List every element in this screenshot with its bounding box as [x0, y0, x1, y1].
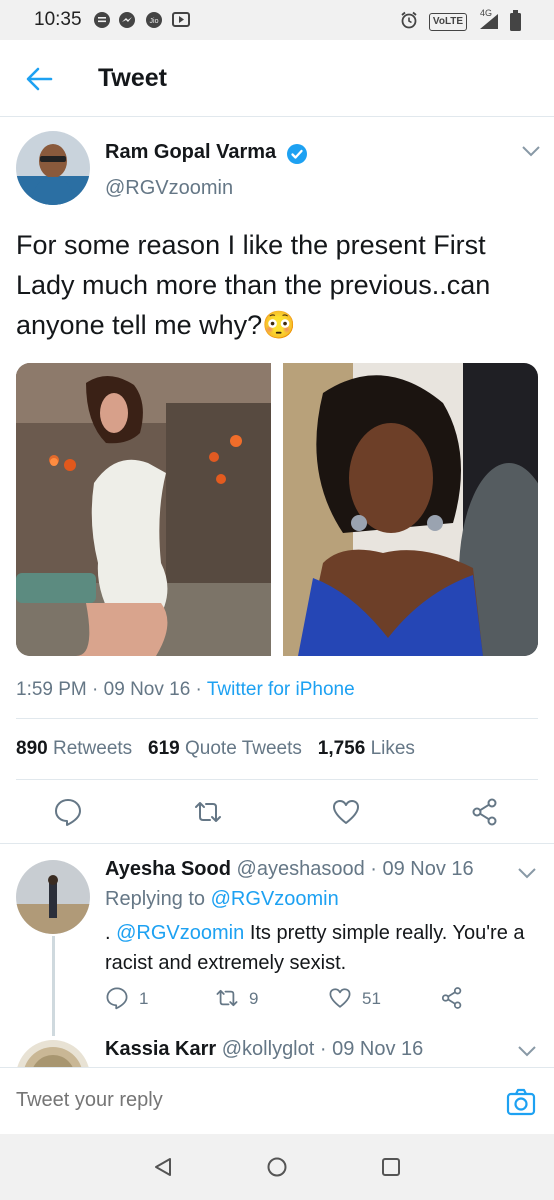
- avatar-image: [16, 131, 90, 205]
- divider: [0, 843, 554, 844]
- reply-retweet-count: 9: [249, 989, 259, 1008]
- reply2-header: Kassia Karr @kollyglot · 09 Nov 16: [105, 1038, 424, 1060]
- photo-woman-in-swimsuit: [16, 363, 271, 656]
- reply-header: Ayesha Sood @ayeshasood · 09 Nov 16: [105, 858, 474, 880]
- retweet-icon[interactable]: [193, 797, 223, 827]
- tweet-photo-2[interactable]: [283, 363, 538, 656]
- replying-to-label: Replying to: [105, 888, 206, 910]
- reply-date: 09 Nov 16: [382, 858, 474, 880]
- volte-badge: VoLTE: [429, 13, 467, 31]
- like-heart-icon[interactable]: [331, 797, 361, 827]
- alarm-icon: [401, 11, 417, 29]
- nav-recents-icon[interactable]: [380, 1156, 402, 1178]
- tweet-timestamp: 1:59 PM · 09 Nov 16 · Twitter for iPhone: [16, 679, 355, 700]
- battery-icon: [510, 10, 521, 31]
- tweet-date: 09 Nov 16: [103, 679, 191, 700]
- author-avatar[interactable]: [16, 131, 90, 205]
- reply-reply-count: 1: [139, 989, 149, 1008]
- retweets-label: Retweets: [52, 738, 133, 759]
- share-icon[interactable]: [470, 797, 500, 827]
- svg-text:Jio: Jio: [150, 18, 159, 25]
- system-navigation-bar: [0, 1134, 554, 1200]
- tweet-options-chevron-icon[interactable]: [521, 144, 541, 158]
- flushed-emoji: 😳: [262, 310, 296, 340]
- camera-icon[interactable]: [506, 1088, 536, 1116]
- quotes-count: 619: [148, 738, 180, 759]
- retweets-stat[interactable]: 890 Retweets: [16, 738, 132, 759]
- author-handle[interactable]: @RGVzoomin: [105, 177, 233, 200]
- likes-count: 1,756: [317, 738, 366, 759]
- tweet-stats: 890 Retweets 619 Quote Tweets 1,756 Like…: [16, 738, 415, 760]
- verified-badge-icon: [287, 144, 307, 164]
- reply-composer: [0, 1067, 554, 1134]
- back-arrow-icon[interactable]: [24, 64, 54, 94]
- reply-input[interactable]: [10, 1082, 482, 1118]
- divider: [16, 718, 538, 719]
- nav-home-icon[interactable]: [266, 1156, 288, 1178]
- reply-text: . @RGVzoomin Its pretty simple really. Y…: [105, 918, 545, 978]
- replying-to-handle[interactable]: @RGVzoomin: [211, 888, 339, 910]
- reply-options-chevron-icon[interactable]: [517, 866, 537, 880]
- reply-avatar[interactable]: [16, 860, 90, 934]
- tweet-body: For some reason I like the present First…: [16, 230, 491, 340]
- avatar-image: [16, 860, 90, 934]
- reply2-date: 09 Nov 16: [332, 1038, 424, 1060]
- reply-author-name[interactable]: Ayesha Sood: [105, 858, 231, 880]
- reply-text-prefix: .: [105, 922, 111, 944]
- reply-retweet-icon[interactable]: [215, 986, 239, 1010]
- thread-line: [52, 936, 55, 1036]
- tweet-time: 1:59 PM: [16, 679, 87, 700]
- status-time: 10:35: [34, 9, 82, 30]
- top-app-bar: Tweet: [0, 40, 554, 117]
- tv-notification-icon: [172, 12, 190, 27]
- replying-to: Replying to @RGVzoomin: [105, 888, 339, 911]
- reply-reply-icon[interactable]: [105, 986, 129, 1010]
- messenger-notification-icon: [119, 12, 135, 28]
- message-notification-icon: [94, 12, 110, 28]
- signal-icon: [480, 14, 498, 29]
- jio-notification-icon: Jio: [146, 12, 162, 28]
- reply2-options-chevron-icon[interactable]: [517, 1044, 537, 1058]
- quotes-label: Quote Tweets: [185, 738, 302, 759]
- nav-back-icon[interactable]: [152, 1156, 174, 1178]
- photo-woman-in-blue-dress: [283, 363, 538, 656]
- tweet-source-link[interactable]: Twitter for iPhone: [207, 679, 355, 700]
- reply-share-icon[interactable]: [440, 986, 464, 1010]
- status-bar: 10:35 Jio VoLTE 4G: [0, 0, 554, 40]
- reply-mention[interactable]: @RGVzoomin: [116, 922, 244, 944]
- page-title: Tweet: [98, 64, 167, 92]
- reply2-author-handle[interactable]: @kollyglot: [222, 1038, 315, 1060]
- reply-icon[interactable]: [53, 797, 83, 827]
- tweet-text: For some reason I like the present First…: [16, 225, 536, 345]
- tweet-photo-1[interactable]: [16, 363, 271, 656]
- likes-stat[interactable]: 1,756 Likes: [318, 738, 415, 759]
- retweets-count: 890: [16, 738, 48, 759]
- reply-author-handle[interactable]: @ayeshasood: [237, 858, 365, 880]
- quotes-stat[interactable]: 619 Quote Tweets: [148, 738, 302, 759]
- reply-like-heart-icon[interactable]: [328, 986, 352, 1010]
- likes-label: Likes: [370, 738, 415, 759]
- reply-like-count: 51: [362, 989, 381, 1008]
- reply2-author-name[interactable]: Kassia Karr: [105, 1038, 216, 1060]
- author-name[interactable]: Ram Gopal Varma: [105, 141, 276, 164]
- divider: [16, 779, 538, 780]
